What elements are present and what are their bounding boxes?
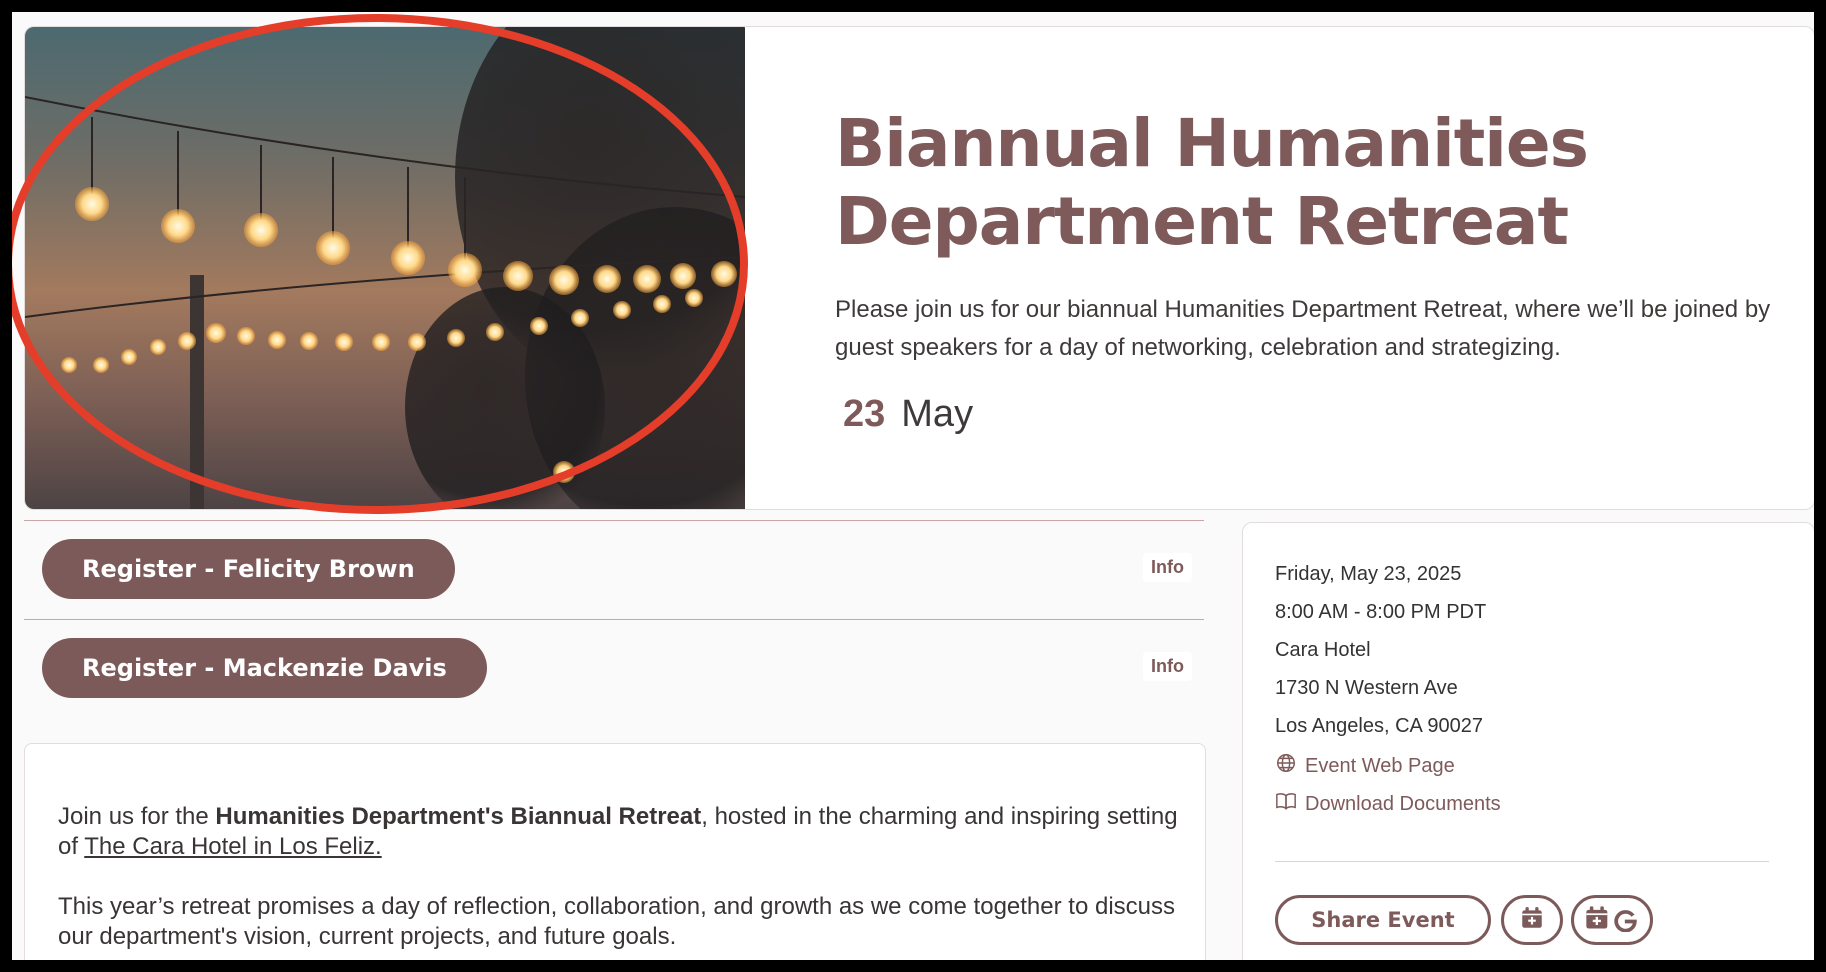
event-details-sidebar: Friday, May 23, 2025 8:00 AM - 8:00 PM P… <box>1242 522 1814 960</box>
info-button[interactable]: Info <box>1143 652 1192 681</box>
event-web-page-link[interactable]: Event Web Page <box>1275 752 1455 780</box>
info-button[interactable]: Info <box>1143 553 1192 582</box>
event-title-line2: Department Retreat <box>835 183 1569 260</box>
calendar-add-icon <box>1519 905 1545 936</box>
description-paragraph: Join us for the Humanities Department's … <box>58 802 1178 862</box>
event-title-line1: Biannual Humanities <box>835 105 1589 182</box>
book-icon <box>1275 790 1297 818</box>
event-title: Biannual Humanities Department Retreat <box>835 105 1775 261</box>
description-paragraph: This year’s retreat promises a day of re… <box>58 893 1175 950</box>
add-to-calendar-button[interactable] <box>1501 895 1563 945</box>
event-header: Biannual Humanities Department Retreat P… <box>835 105 1775 436</box>
download-documents-label: Download Documents <box>1305 792 1501 815</box>
event-date: 23 May <box>835 393 1775 436</box>
register-button[interactable]: Register - Felicity Brown <box>42 539 455 599</box>
event-web-page-label: Event Web Page <box>1305 754 1455 777</box>
venue-address-city: Los Angeles, CA 90027 <box>1275 715 1483 737</box>
description-text: Join us for the <box>58 803 216 830</box>
share-event-button[interactable]: Share Event <box>1275 895 1491 945</box>
event-time: 8:00 AM - 8:00 PM PDT <box>1275 601 1487 623</box>
globe-icon <box>1275 752 1297 780</box>
event-date-day: 23 <box>843 393 886 435</box>
annotation-circle <box>12 14 748 514</box>
registration-row: Register - Mackenzie Davis Info <box>24 619 1204 718</box>
description-bold: Humanities Department's Biannual Retreat <box>215 803 702 830</box>
page: Biannual Humanities Department Retreat P… <box>12 12 1814 960</box>
venue-address-street: 1730 N Western Ave <box>1275 677 1458 699</box>
divider <box>1275 861 1769 862</box>
event-description-card: Join us for the Humanities Department's … <box>24 743 1206 960</box>
event-summary: Please join us for our biannual Humaniti… <box>835 296 1771 361</box>
venue-link[interactable]: The Cara Hotel in Los Feliz. <box>84 833 381 860</box>
add-to-google-calendar-button[interactable] <box>1571 895 1653 945</box>
event-date-month: May <box>901 393 974 435</box>
event-date-full: Friday, May 23, 2025 <box>1275 563 1462 585</box>
register-button[interactable]: Register - Mackenzie Davis <box>42 638 487 698</box>
download-documents-link[interactable]: Download Documents <box>1275 790 1501 818</box>
venue-name: Cara Hotel <box>1275 639 1371 661</box>
registration-row: Register - Felicity Brown Info <box>24 520 1204 619</box>
google-calendar-icon <box>1584 904 1640 937</box>
